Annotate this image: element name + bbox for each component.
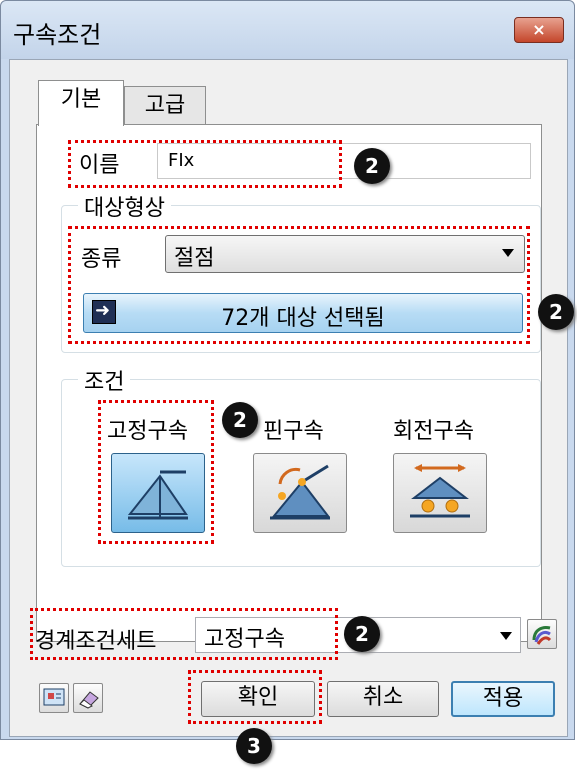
apply-button[interactable]: 적용 [451, 681, 555, 717]
ok-button[interactable]: 확인 [201, 681, 315, 717]
kind-select[interactable]: 절점 [165, 235, 525, 273]
boundary-set-value: 고정구속 [204, 627, 285, 652]
kind-select-value: 절점 [174, 246, 215, 271]
eraser-button[interactable] [73, 683, 103, 713]
select-targets-label: 72개 대상 선택됨 [221, 306, 385, 331]
target-shape-legend: 대상형상 [78, 190, 171, 222]
pin-support-button[interactable] [253, 453, 347, 533]
chevron-down-icon [502, 249, 514, 257]
tab-basic[interactable]: 기본 [38, 80, 124, 126]
pin-support-label: 핀구속 [263, 419, 324, 444]
display-settings-button[interactable] [39, 683, 69, 713]
roller-support-label: 회전구속 [393, 419, 474, 444]
boundary-set-label: 경계조건세트 [35, 629, 157, 654]
name-input[interactable]: FIx [157, 143, 531, 179]
close-button[interactable]: × [514, 17, 564, 43]
select-targets-button[interactable]: 72개 대상 선택됨 [83, 293, 523, 333]
condition-legend: 조건 [78, 364, 131, 396]
screen-icon [43, 688, 65, 706]
roller-support-icon [410, 464, 470, 518]
constraint-dialog: 구속조건 × 기본 고급 이름 FIx 대상형상 종류 절점 72개 대상 선택… [0, 0, 575, 740]
roller-support-button[interactable] [393, 453, 487, 533]
callout-badge: 3 [236, 728, 272, 764]
fixed-support-label: 고정구속 [107, 419, 188, 444]
boundary-set-manager-button[interactable] [527, 619, 557, 649]
eraser-icon [79, 691, 99, 709]
tab-advanced[interactable]: 고급 [124, 86, 206, 126]
fixed-support-icon [127, 470, 188, 520]
callout-badge: 2 [222, 402, 258, 438]
cancel-button[interactable]: 취소 [327, 681, 439, 717]
fixed-support-button[interactable] [111, 453, 205, 533]
chevron-down-icon [500, 632, 512, 640]
title-bar: 구속조건 × [1, 1, 574, 59]
layers-icon [532, 626, 552, 645]
callout-badge: 2 [354, 148, 390, 184]
dialog-title: 구속조건 [13, 21, 102, 49]
callout-badge: 2 [538, 294, 574, 330]
pin-support-icon [270, 464, 331, 520]
kind-label: 종류 [81, 247, 122, 272]
name-label: 이름 [79, 153, 120, 178]
callout-badge: 2 [344, 616, 380, 652]
